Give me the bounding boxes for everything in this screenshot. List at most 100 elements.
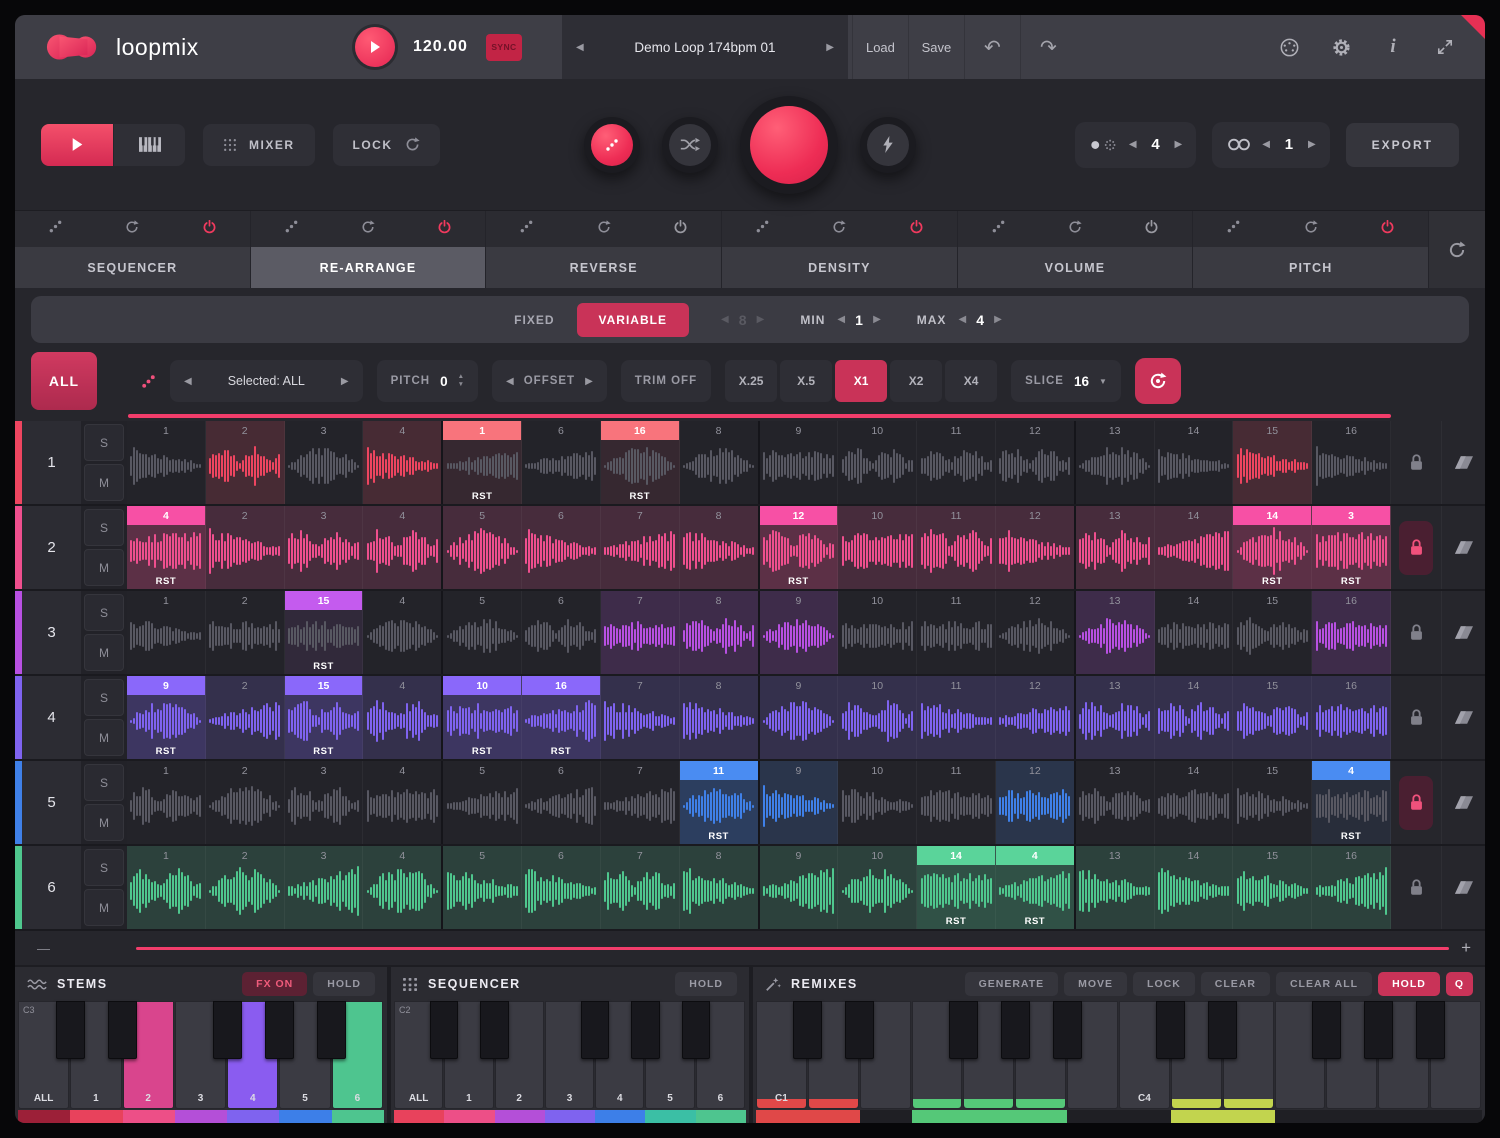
- pattern-dots-icon[interactable]: [520, 220, 533, 238]
- waveform-cell[interactable]: 7: [601, 676, 680, 759]
- midi-icon[interactable]: [1263, 15, 1315, 79]
- waveform-cell[interactable]: 1: [127, 761, 206, 844]
- track-number[interactable]: 2: [15, 506, 81, 589]
- waveform-cell[interactable]: 1: [127, 591, 206, 674]
- spinner-down-icon[interactable]: ▼: [458, 382, 464, 389]
- min-next[interactable]: ▶: [867, 314, 887, 325]
- module-tab-pitch[interactable]: PITCH: [1193, 211, 1429, 288]
- waveform-cell[interactable]: 16: [1312, 591, 1391, 674]
- mute-button[interactable]: M: [84, 549, 124, 586]
- refresh-icon[interactable]: [125, 220, 139, 239]
- piano-key-black[interactable]: [1001, 1001, 1030, 1059]
- mute-button[interactable]: M: [84, 719, 124, 756]
- pattern-dots-icon[interactable]: [992, 220, 1005, 238]
- waveform-cell[interactable]: 6: [522, 506, 601, 589]
- power-icon[interactable]: [438, 220, 451, 239]
- selected-dropdown[interactable]: ◀ Selected: ALL ▶: [170, 360, 363, 402]
- track-lock-button[interactable]: [1399, 861, 1433, 915]
- rate-button-x5[interactable]: X.5: [780, 360, 832, 402]
- lock-button[interactable]: LOCK: [1133, 972, 1195, 996]
- waveform-cell[interactable]: 4: [363, 591, 443, 674]
- fx-on-button[interactable]: FX ON: [242, 972, 307, 996]
- trigger-button[interactable]: [860, 117, 916, 173]
- variation-prev-button[interactable]: ◀: [1129, 139, 1137, 150]
- waveform-cell[interactable]: 15RST: [285, 591, 364, 674]
- max-next[interactable]: ▶: [988, 314, 1008, 325]
- waveform-cell[interactable]: 2: [206, 846, 285, 929]
- waveform-cell[interactable]: 14: [1155, 676, 1234, 759]
- power-icon[interactable]: [203, 220, 216, 239]
- rearrange-roll-button[interactable]: [1135, 358, 1181, 404]
- play-button[interactable]: [355, 27, 395, 67]
- track-erase-button[interactable]: [1455, 796, 1473, 809]
- rate-button-x2[interactable]: X2: [890, 360, 942, 402]
- track-number[interactable]: 6: [15, 846, 81, 929]
- waveform-cell[interactable]: 7: [601, 846, 680, 929]
- waveform-cell[interactable]: 13: [1076, 591, 1155, 674]
- rate-button-x4[interactable]: X4: [945, 360, 997, 402]
- track-number[interactable]: 3: [15, 591, 81, 674]
- loop-prev-button[interactable]: ◀: [1262, 139, 1270, 150]
- preset-prev-button[interactable]: ◀: [576, 42, 584, 53]
- waveform-cell[interactable]: 11: [917, 761, 996, 844]
- mixer-button[interactable]: MIXER: [203, 124, 315, 166]
- waveform-cell[interactable]: 9: [760, 421, 839, 504]
- selected-next-button[interactable]: ▶: [341, 376, 349, 387]
- waveform-cell[interactable]: 9: [760, 761, 839, 844]
- global-lock-button[interactable]: LOCK: [333, 124, 440, 166]
- pitch-control[interactable]: PITCH 0 ▲▼: [377, 360, 478, 402]
- module-tab-volume[interactable]: VOLUME: [958, 211, 1194, 288]
- track-erase-button[interactable]: [1455, 881, 1473, 894]
- waveform-cell[interactable]: 4: [363, 506, 443, 589]
- clear-all-button[interactable]: CLEAR ALL: [1276, 972, 1372, 996]
- fixed-mode-button[interactable]: FIXED: [492, 303, 576, 337]
- rate-button-x1[interactable]: X1: [835, 360, 887, 402]
- piano-key-black[interactable]: [581, 1001, 609, 1059]
- waveform-cell[interactable]: 8: [680, 506, 760, 589]
- waveform-cell[interactable]: 14: [1155, 506, 1234, 589]
- waveform-cell[interactable]: 15: [1233, 591, 1312, 674]
- waveform-cell[interactable]: 4RST: [1312, 761, 1391, 844]
- generate-button[interactable]: GENERATE: [965, 972, 1059, 996]
- zoom-in-button[interactable]: +: [1461, 938, 1471, 958]
- dice-knob[interactable]: [584, 117, 640, 173]
- stems-hold-button[interactable]: HOLD: [313, 972, 375, 996]
- waveform-cell[interactable]: 5: [443, 846, 522, 929]
- module-label[interactable]: SEQUENCER: [15, 247, 250, 288]
- save-button[interactable]: Save: [908, 15, 964, 79]
- mute-button[interactable]: M: [84, 889, 124, 926]
- track-erase-button[interactable]: [1455, 456, 1473, 469]
- waveform-cell[interactable]: 15: [1233, 676, 1312, 759]
- power-icon[interactable]: [1381, 220, 1394, 239]
- waveform-cell[interactable]: 15: [1233, 846, 1312, 929]
- piano-key-black[interactable]: [430, 1001, 458, 1059]
- min-prev[interactable]: ◀: [831, 314, 851, 325]
- track-number[interactable]: 5: [15, 761, 81, 844]
- waveform-cell[interactable]: 13: [1076, 761, 1155, 844]
- power-icon[interactable]: [1145, 220, 1158, 239]
- power-icon[interactable]: [674, 220, 687, 239]
- module-label[interactable]: VOLUME: [958, 247, 1193, 288]
- waveform-cell[interactable]: 9: [760, 591, 839, 674]
- fixed-value-prev[interactable]: ◀: [715, 314, 735, 325]
- pattern-dots-icon[interactable]: [756, 220, 769, 238]
- piano-key-black[interactable]: [631, 1001, 659, 1059]
- waveform-cell[interactable]: 12RST: [760, 506, 839, 589]
- waveform-cell[interactable]: 6: [522, 761, 601, 844]
- waveform-cell[interactable]: 10: [838, 676, 917, 759]
- waveform-cell[interactable]: 2: [206, 421, 285, 504]
- track-lock-button[interactable]: [1399, 436, 1433, 490]
- trim-button[interactable]: TRIM OFF: [621, 360, 711, 402]
- waveform-cell[interactable]: 16RST: [601, 421, 680, 504]
- waveform-cell[interactable]: 14RST: [917, 846, 996, 929]
- waveform-cell[interactable]: 16: [1312, 676, 1391, 759]
- waveform-cell[interactable]: 16RST: [522, 676, 601, 759]
- waveform-cell[interactable]: 7: [601, 506, 680, 589]
- move-button[interactable]: MOVE: [1064, 972, 1127, 996]
- waveform-cell[interactable]: 4: [363, 761, 443, 844]
- piano-key-black[interactable]: [845, 1001, 874, 1059]
- settings-gear-icon[interactable]: [1315, 15, 1367, 79]
- waveform-cell[interactable]: 2: [206, 761, 285, 844]
- piano-key-black[interactable]: [265, 1001, 294, 1059]
- sync-button[interactable]: SYNC: [486, 34, 522, 61]
